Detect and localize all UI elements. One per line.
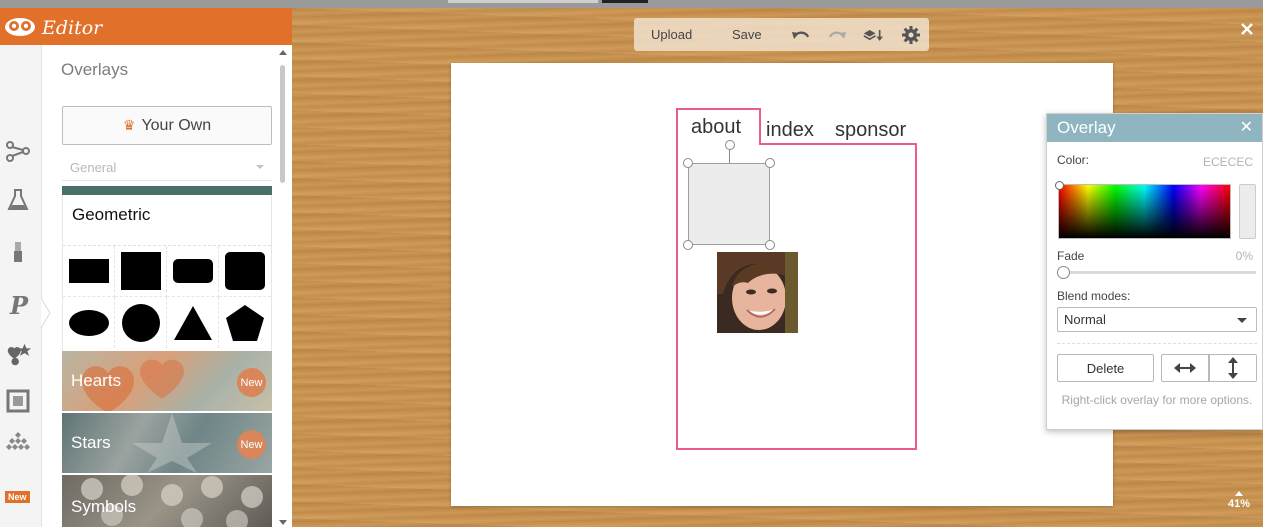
lipstick-icon[interactable] (4, 237, 32, 265)
flip-vertical-button[interactable] (1209, 354, 1257, 382)
your-own-button[interactable]: ♛ Your Own (62, 106, 272, 145)
pack-label: Stars (71, 433, 111, 452)
blend-modes-label: Blend modes: (1057, 289, 1131, 303)
color-swatch[interactable] (1239, 184, 1256, 239)
category-label: General (70, 160, 117, 175)
overlay-panel: Overlay ✕ Color: ECECEC Fade 0% Blend mo… (1046, 113, 1263, 430)
divider (1057, 343, 1257, 344)
color-label: Color: (1057, 153, 1090, 167)
pack-symbols[interactable]: Symbols (62, 475, 272, 527)
blend-mode-value: Normal (1064, 312, 1106, 327)
active-tab-notch (41, 298, 51, 328)
circle-shape[interactable] (115, 297, 167, 348)
zoom-level: 41% (1227, 498, 1251, 510)
triangle-shape[interactable] (167, 297, 219, 348)
rectangle-shape[interactable] (63, 246, 115, 297)
portrait-photo (717, 252, 798, 333)
ellipse-shape[interactable] (63, 297, 115, 348)
fade-slider-knob[interactable] (1057, 266, 1070, 279)
delete-label: Delete (1086, 360, 1125, 376)
panel-title: Overlays (61, 60, 129, 79)
zoom-up-arrow-icon (1235, 491, 1243, 496)
geometric-pack: Geometric (62, 195, 272, 358)
logo-icon (5, 18, 35, 36)
pack-label: Symbols (71, 497, 137, 516)
new-badge: New (5, 491, 30, 503)
overlays-icon[interactable] (4, 340, 32, 368)
color-hex-value[interactable]: ECECEC (1203, 155, 1253, 169)
pentagon-shape[interactable] (219, 297, 271, 348)
shape-grid (63, 245, 271, 348)
chevron-down-icon (256, 165, 264, 169)
fade-label: Fade (1057, 249, 1085, 263)
image-canvas[interactable]: about index sponsor (451, 63, 1113, 506)
undo-icon[interactable] (791, 25, 811, 45)
rounded-square-shape[interactable] (219, 246, 271, 297)
top-toolbar: Upload Save (634, 18, 929, 51)
nav-index-text: index (766, 119, 814, 141)
nav-about-text: about (691, 116, 742, 138)
gear-icon[interactable] (901, 25, 921, 45)
pack-hearts[interactable]: Hearts New (62, 351, 272, 411)
browser-tab (448, 0, 598, 3)
selected-overlay[interactable] (688, 163, 770, 245)
pack-stars[interactable]: Stars New (62, 413, 272, 473)
overlay-panel-header: Overlay ✕ (1047, 114, 1262, 142)
delete-button[interactable]: Delete (1057, 354, 1154, 382)
resize-handle-top-left[interactable] (683, 158, 693, 168)
rounded-rectangle-shape[interactable] (167, 246, 219, 297)
scroll-down-arrow-icon[interactable] (279, 520, 287, 525)
save-button[interactable]: Save (732, 27, 762, 42)
close-editor-icon[interactable] (1240, 22, 1254, 36)
rotation-stem (729, 149, 730, 163)
browser-tab-dark (602, 0, 648, 3)
left-panel: Editor P New Overlays ♛ Your Own General… (0, 8, 292, 527)
redo-icon[interactable] (827, 25, 847, 45)
effects-icon[interactable] (4, 137, 32, 165)
color-spectrum[interactable] (1058, 184, 1231, 239)
layers-icon[interactable] (863, 25, 883, 45)
your-own-label: Your Own (141, 116, 212, 134)
new-badge: New (237, 368, 266, 397)
brand-bar: Editor (0, 8, 292, 45)
resize-handle-bottom-left[interactable] (683, 240, 693, 250)
nav-sponsor-text: sponsor (835, 119, 907, 141)
resize-handle-bottom-right[interactable] (765, 240, 775, 250)
svg-text:P: P (9, 291, 29, 318)
new-badge: New (237, 430, 266, 459)
zoom-indicator[interactable]: 41% (1222, 491, 1256, 519)
fade-value: 0% (1235, 249, 1253, 263)
fade-slider-track[interactable] (1058, 271, 1256, 274)
scroll-up-arrow-icon[interactable] (279, 50, 287, 55)
tool-iconbar: P New (0, 45, 42, 527)
frames-icon[interactable] (4, 387, 32, 415)
pack-label: Hearts (71, 371, 122, 390)
flip-horizontal-icon (1174, 363, 1196, 373)
flip-vertical-icon (1228, 357, 1238, 379)
category-select[interactable]: General (62, 155, 272, 181)
geometric-title: Geometric (72, 205, 151, 224)
browser-strip (0, 0, 1263, 8)
color-picker-knob[interactable] (1055, 181, 1064, 190)
textures-icon[interactable] (4, 429, 32, 457)
upload-button[interactable]: Upload (651, 27, 692, 42)
flip-horizontal-button[interactable] (1161, 354, 1209, 382)
flask-icon[interactable] (4, 186, 32, 214)
hint-text: Right-click overlay for more options. (1061, 393, 1253, 407)
square-shape[interactable] (115, 246, 167, 297)
text-icon[interactable]: P (4, 290, 32, 318)
scroll-thumb[interactable] (280, 65, 285, 183)
rotate-handle[interactable] (725, 140, 735, 150)
pack-preview-strip (62, 186, 272, 195)
crown-icon: ♛ (122, 117, 136, 133)
resize-handle-top-right[interactable] (765, 158, 775, 168)
chevron-down-icon (1237, 318, 1247, 323)
tab-joint (678, 142, 759, 146)
blend-mode-select[interactable]: Normal (1057, 307, 1257, 332)
close-icon[interactable]: ✕ (1240, 117, 1253, 137)
sidebar-scrollbar[interactable] (277, 48, 289, 527)
overlay-panel-title: Overlay (1057, 118, 1116, 137)
app-title: Editor (42, 17, 103, 39)
